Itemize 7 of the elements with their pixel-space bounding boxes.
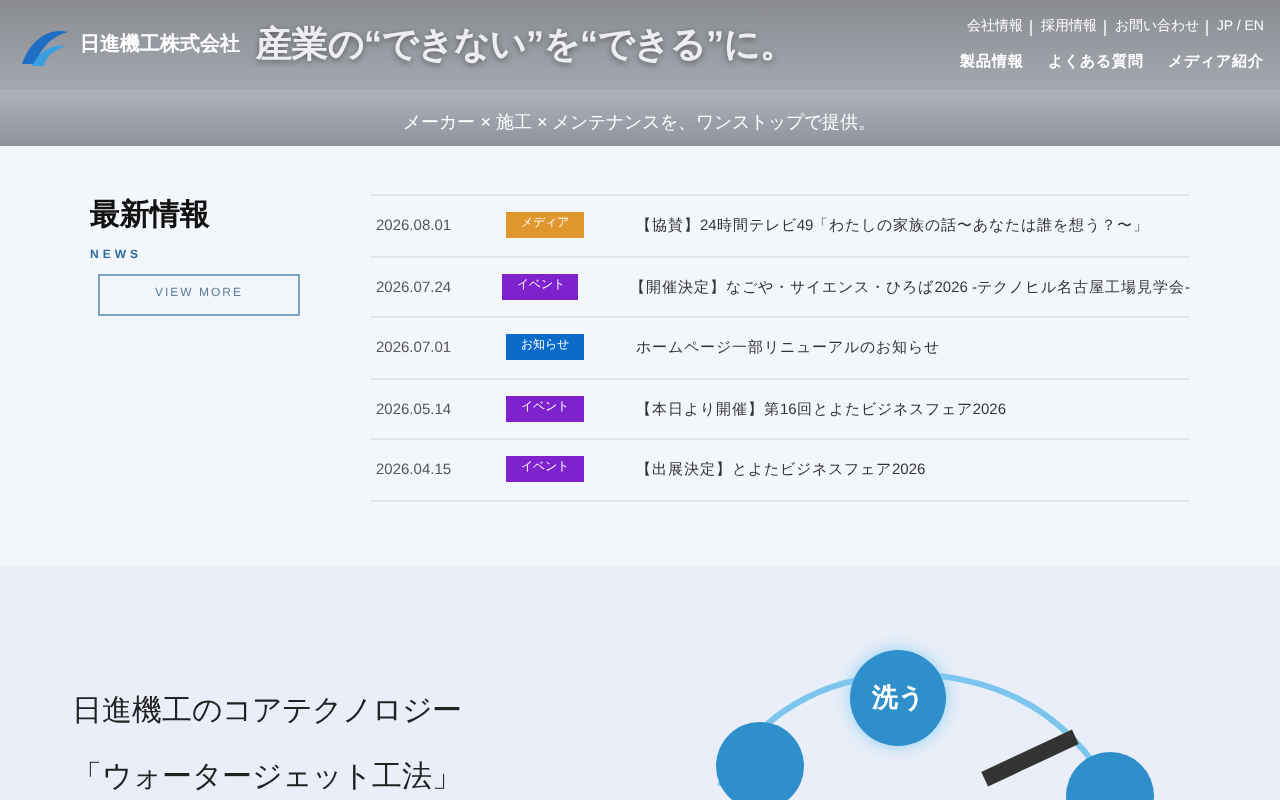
core-heading: 「ウォータージェット工法」	[72, 757, 462, 798]
tagline: メーカー × 施工 × メンテナンスを、ワンストップで提供。	[403, 109, 877, 136]
bubble: 洗う	[850, 650, 946, 747]
news-title: 最新情報	[90, 196, 212, 237]
logo-text[interactable]: 日進機工株式会社	[80, 30, 240, 61]
core-heading: 日進機工のコアテクノロジー	[72, 692, 462, 733]
hero-headline: 産業の“できない”を“できる”に。	[256, 22, 796, 69]
